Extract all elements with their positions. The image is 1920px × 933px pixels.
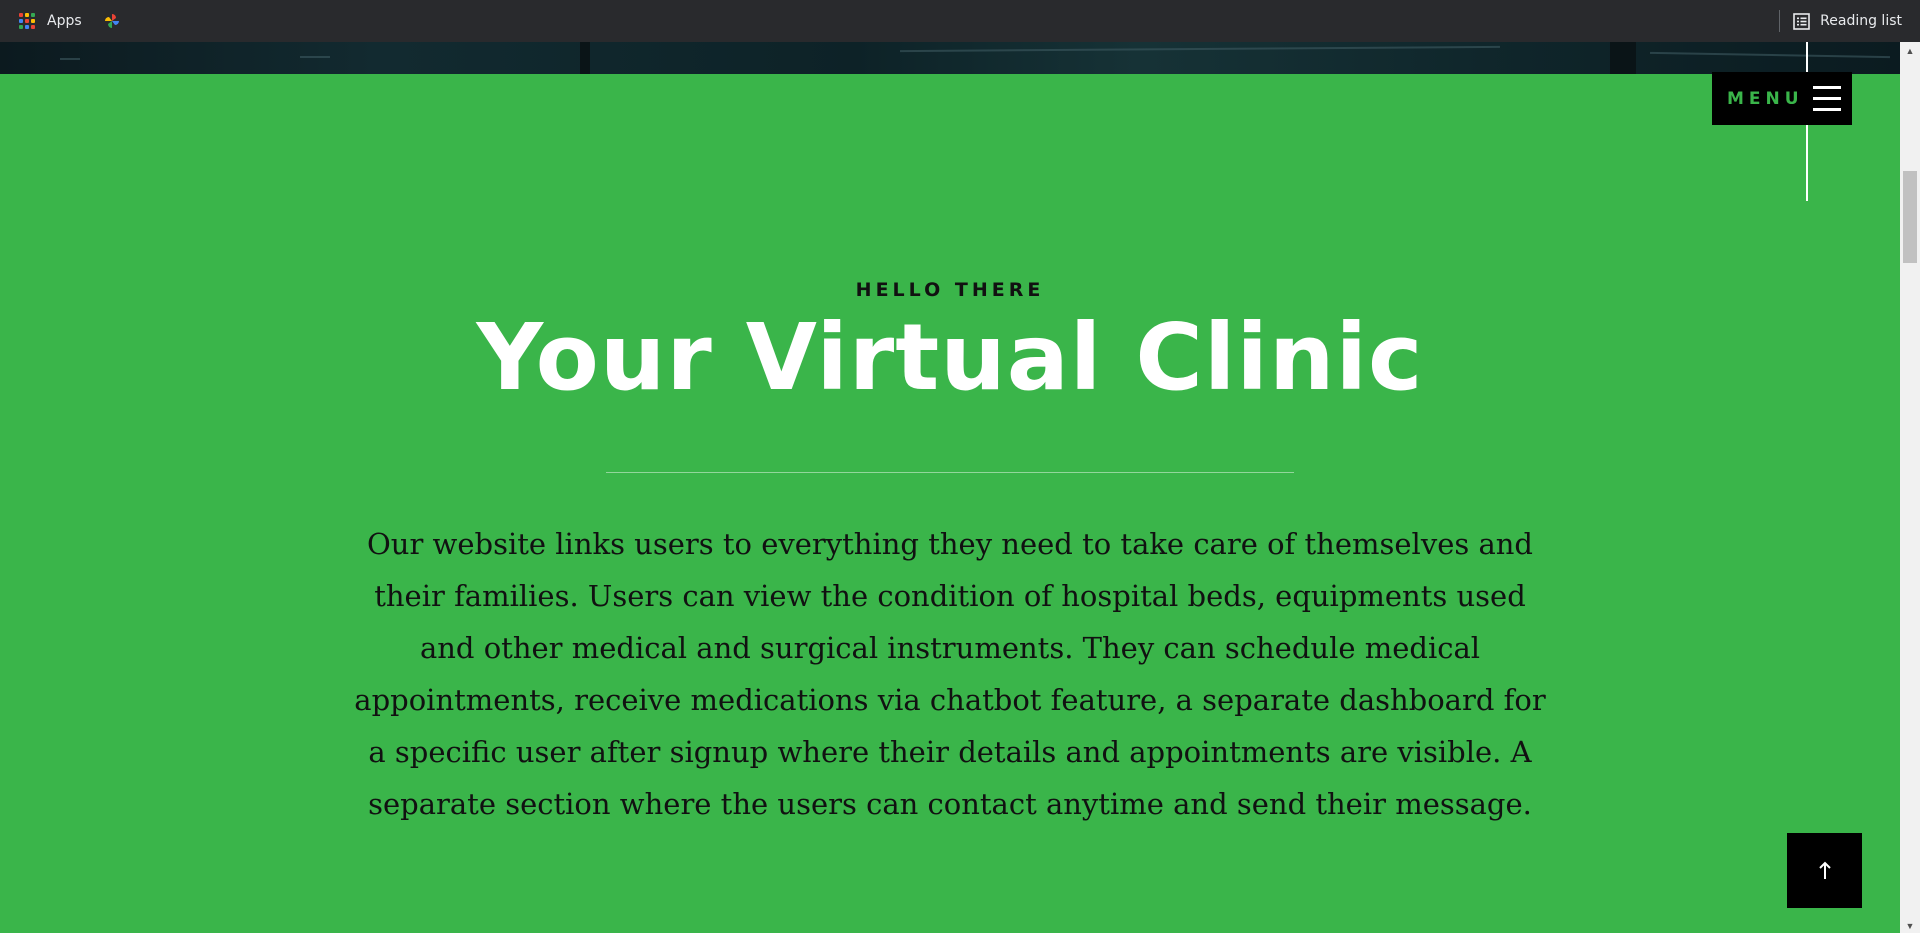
intro-paragraph: Our website links users to everything th… [354, 527, 1546, 821]
scroll-up-arrow-icon[interactable]: ▲ [1900, 44, 1920, 58]
back-to-top-button[interactable] [1787, 833, 1862, 908]
title-divider [606, 472, 1294, 473]
menu-label: MENU [1727, 88, 1804, 109]
page-title: Your Virtual Clinic [476, 304, 1424, 411]
menu-button[interactable]: MENU [1712, 72, 1852, 125]
arrow-up-icon [1818, 861, 1831, 879]
google-photos-pinwheel-icon[interactable] [102, 11, 122, 31]
scrollbar-thumb[interactable] [1903, 171, 1917, 263]
page-scrollbar[interactable]: ▲ ▼ [1900, 42, 1920, 933]
reading-list-icon [1793, 12, 1810, 30]
reading-list-button[interactable]: Reading list [1793, 12, 1902, 30]
apps-grid-icon [19, 12, 36, 30]
hamburger-icon [1813, 86, 1841, 112]
reading-list-label: Reading list [1820, 13, 1902, 29]
apps-bookmark[interactable]: Apps [19, 12, 82, 30]
scroll-down-arrow-icon[interactable]: ▼ [1900, 919, 1920, 933]
hero-image-strip [0, 42, 1900, 74]
bookmarks-divider [1779, 10, 1781, 32]
apps-label: Apps [47, 13, 82, 29]
bookmarks-bar: Apps Reading list [0, 0, 1920, 42]
